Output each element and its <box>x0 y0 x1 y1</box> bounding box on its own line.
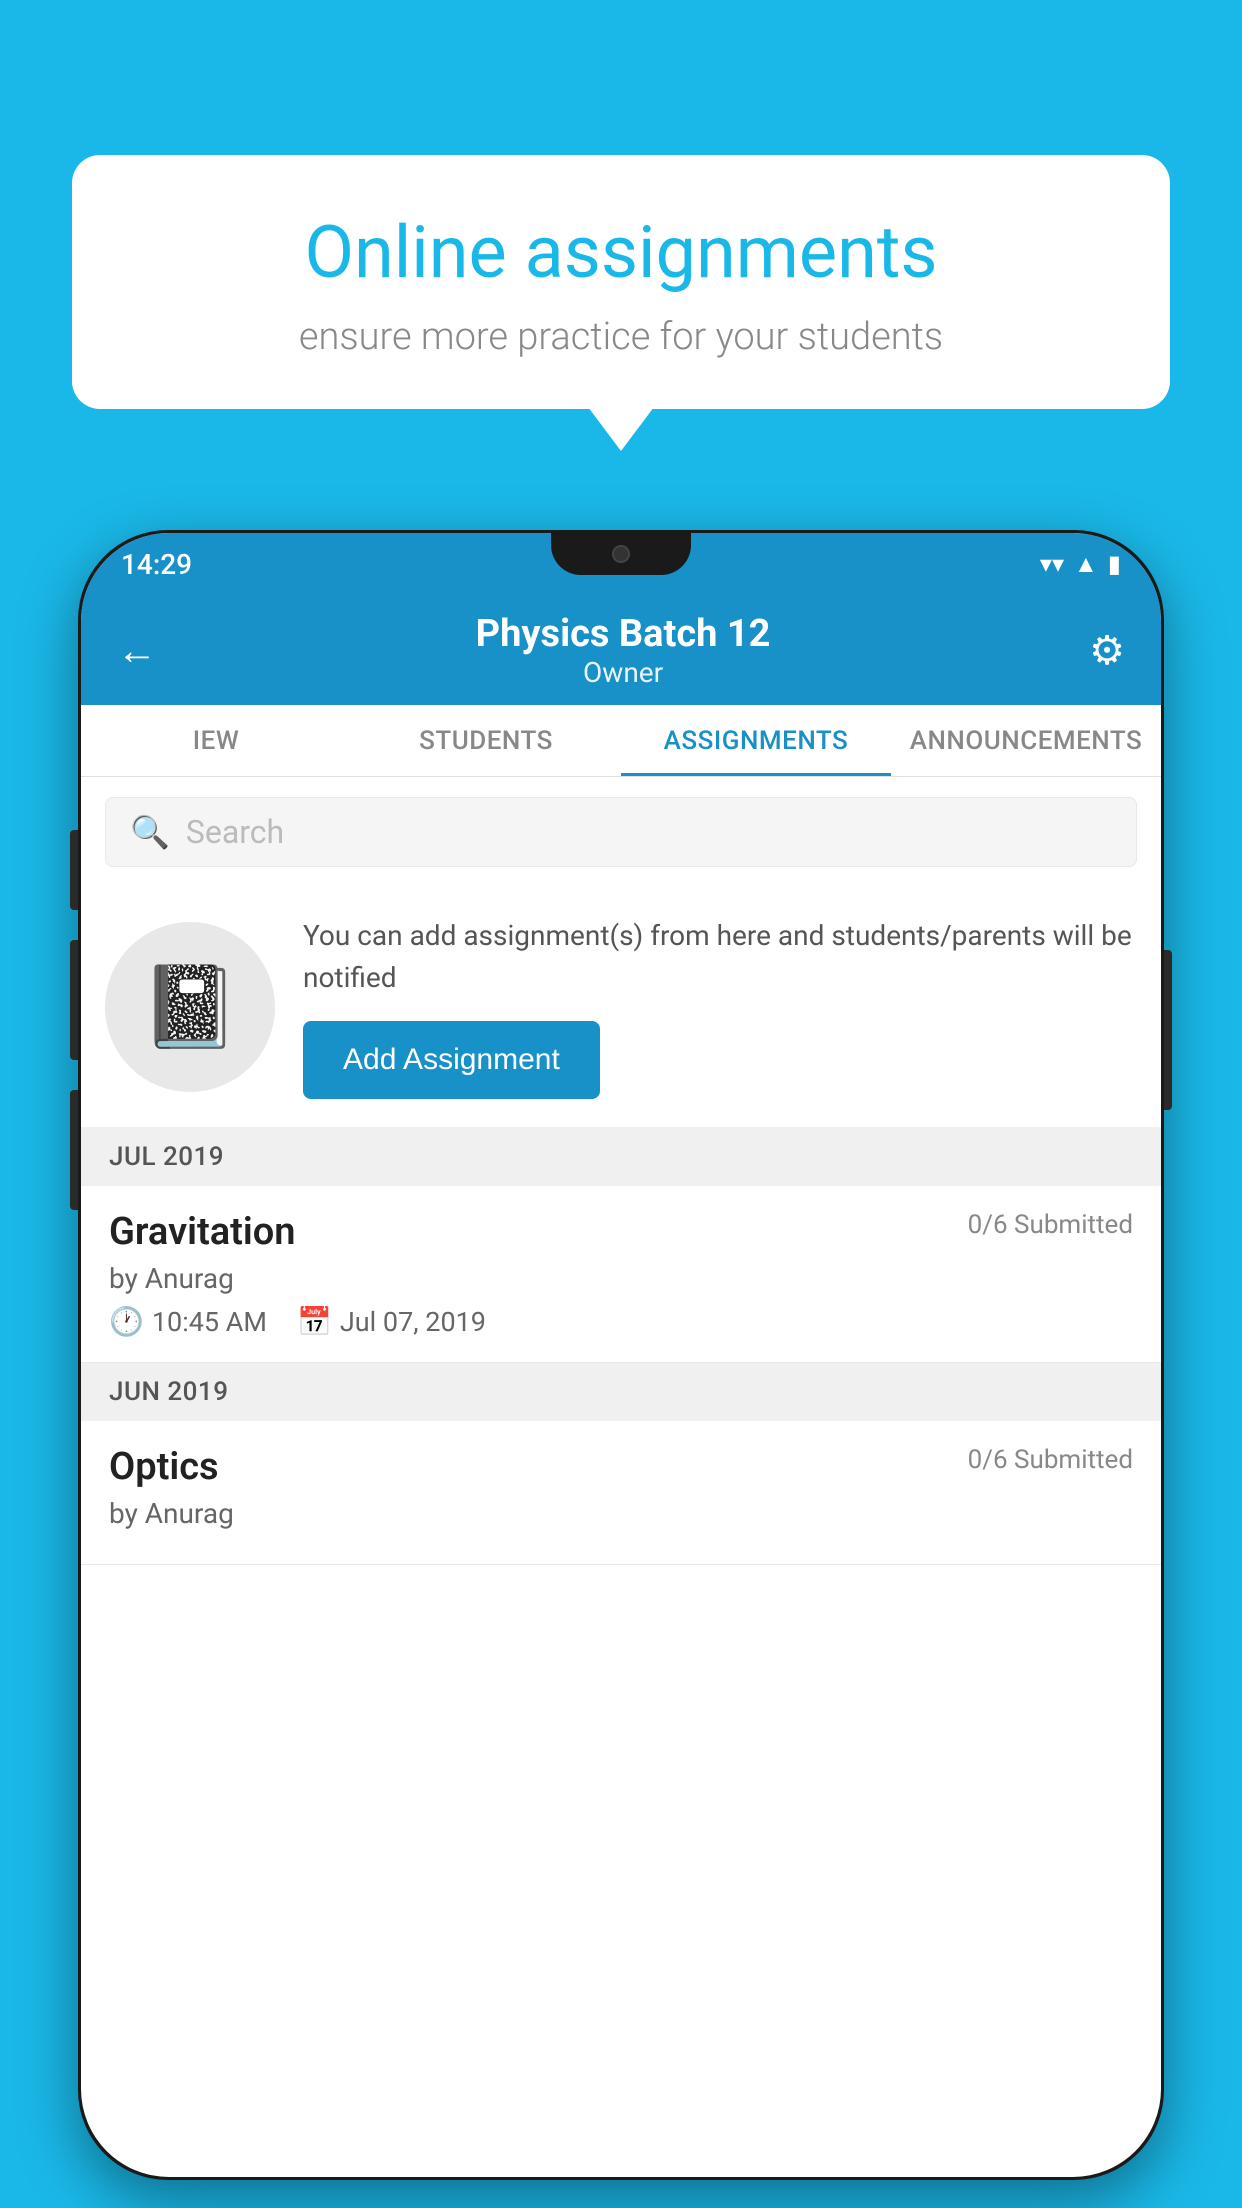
battery-icon: ▮ <box>1108 550 1121 578</box>
phone-screen: 14:29 ▾▾ ▲ ▮ ← Physics Batch 12 Owner ⚙ … <box>81 533 1161 2177</box>
assignment-submitted-optics: 0/6 Submitted <box>968 1445 1133 1475</box>
phone-side-btn-vol-down <box>70 1090 78 1210</box>
tab-students[interactable]: STUDENTS <box>351 705 621 776</box>
notebook-icon: 📓 <box>140 960 240 1054</box>
signal-icon: ▲ <box>1074 550 1098 579</box>
assignment-name-gravitation: Gravitation <box>109 1210 296 1254</box>
settings-icon[interactable]: ⚙ <box>1089 627 1125 674</box>
notebook-icon-circle: 📓 <box>105 922 275 1092</box>
assignment-time: 10:45 AM <box>152 1306 267 1338</box>
assignment-meta-gravitation: 🕐 10:45 AM 📅 Jul 07, 2019 <box>109 1305 1133 1338</box>
phone-frame: 14:29 ▾▾ ▲ ▮ ← Physics Batch 12 Owner ⚙ … <box>78 530 1164 2180</box>
add-assignment-right: You can add assignment(s) from here and … <box>303 915 1137 1099</box>
clock-icon: 🕐 <box>109 1305 144 1338</box>
calendar-icon: 📅 <box>297 1305 332 1338</box>
assignment-name-optics: Optics <box>109 1445 219 1489</box>
assignment-date: Jul 07, 2019 <box>340 1306 486 1338</box>
search-icon: 🔍 <box>130 813 170 851</box>
assignment-top-row: Gravitation 0/6 Submitted <box>109 1210 1133 1254</box>
phone-side-btn-power <box>1164 950 1172 1110</box>
month-header-jun: JUN 2019 <box>81 1363 1161 1421</box>
add-assignment-button[interactable]: Add Assignment <box>303 1021 600 1099</box>
content-area: 🔍 Search 📓 You can add assignment(s) fro… <box>81 777 1161 1565</box>
add-assignment-desc: You can add assignment(s) from here and … <box>303 915 1137 999</box>
add-assignment-section: 📓 You can add assignment(s) from here an… <box>81 887 1161 1128</box>
bubble-title: Online assignments <box>132 210 1110 295</box>
tab-assignments[interactable]: ASSIGNMENTS <box>621 705 891 776</box>
search-placeholder: Search <box>186 813 284 851</box>
header-title-group: Physics Batch 12 Owner <box>476 612 771 689</box>
wifi-icon: ▾▾ <box>1040 550 1064 578</box>
month-header-jul: JUL 2019 <box>81 1128 1161 1186</box>
assignment-top-row-optics: Optics 0/6 Submitted <box>109 1445 1133 1489</box>
batch-subtitle: Owner <box>476 656 771 689</box>
assignment-by-optics: by Anurag <box>109 1497 1133 1530</box>
notch-camera <box>612 545 630 563</box>
bubble-subtitle: ensure more practice for your students <box>132 315 1110 359</box>
phone-side-btn-vol-up <box>70 940 78 1060</box>
tab-iew[interactable]: IEW <box>81 705 351 776</box>
assignment-submitted-gravitation: 0/6 Submitted <box>968 1210 1133 1240</box>
notch <box>551 533 691 575</box>
status-time: 14:29 <box>121 548 192 581</box>
assignment-item-gravitation[interactable]: Gravitation 0/6 Submitted by Anurag 🕐 10… <box>81 1186 1161 1363</box>
assignment-time-item: 🕐 10:45 AM <box>109 1305 267 1338</box>
tabs: IEW STUDENTS ASSIGNMENTS ANNOUNCEMENTS <box>81 705 1161 777</box>
app-header: ← Physics Batch 12 Owner ⚙ <box>81 595 1161 705</box>
batch-title: Physics Batch 12 <box>476 612 771 656</box>
tab-announcements[interactable]: ANNOUNCEMENTS <box>891 705 1161 776</box>
speech-bubble-container: Online assignments ensure more practice … <box>72 155 1170 409</box>
phone-side-btn <box>70 830 78 910</box>
back-button[interactable]: ← <box>117 627 157 674</box>
assignment-item-optics[interactable]: Optics 0/6 Submitted by Anurag <box>81 1421 1161 1565</box>
status-bar: 14:29 ▾▾ ▲ ▮ <box>81 533 1161 595</box>
assignment-date-item: 📅 Jul 07, 2019 <box>297 1305 486 1338</box>
assignment-by-gravitation: by Anurag <box>109 1262 1133 1295</box>
status-icons: ▾▾ ▲ ▮ <box>1040 550 1121 579</box>
speech-bubble: Online assignments ensure more practice … <box>72 155 1170 409</box>
search-bar[interactable]: 🔍 Search <box>105 797 1137 867</box>
